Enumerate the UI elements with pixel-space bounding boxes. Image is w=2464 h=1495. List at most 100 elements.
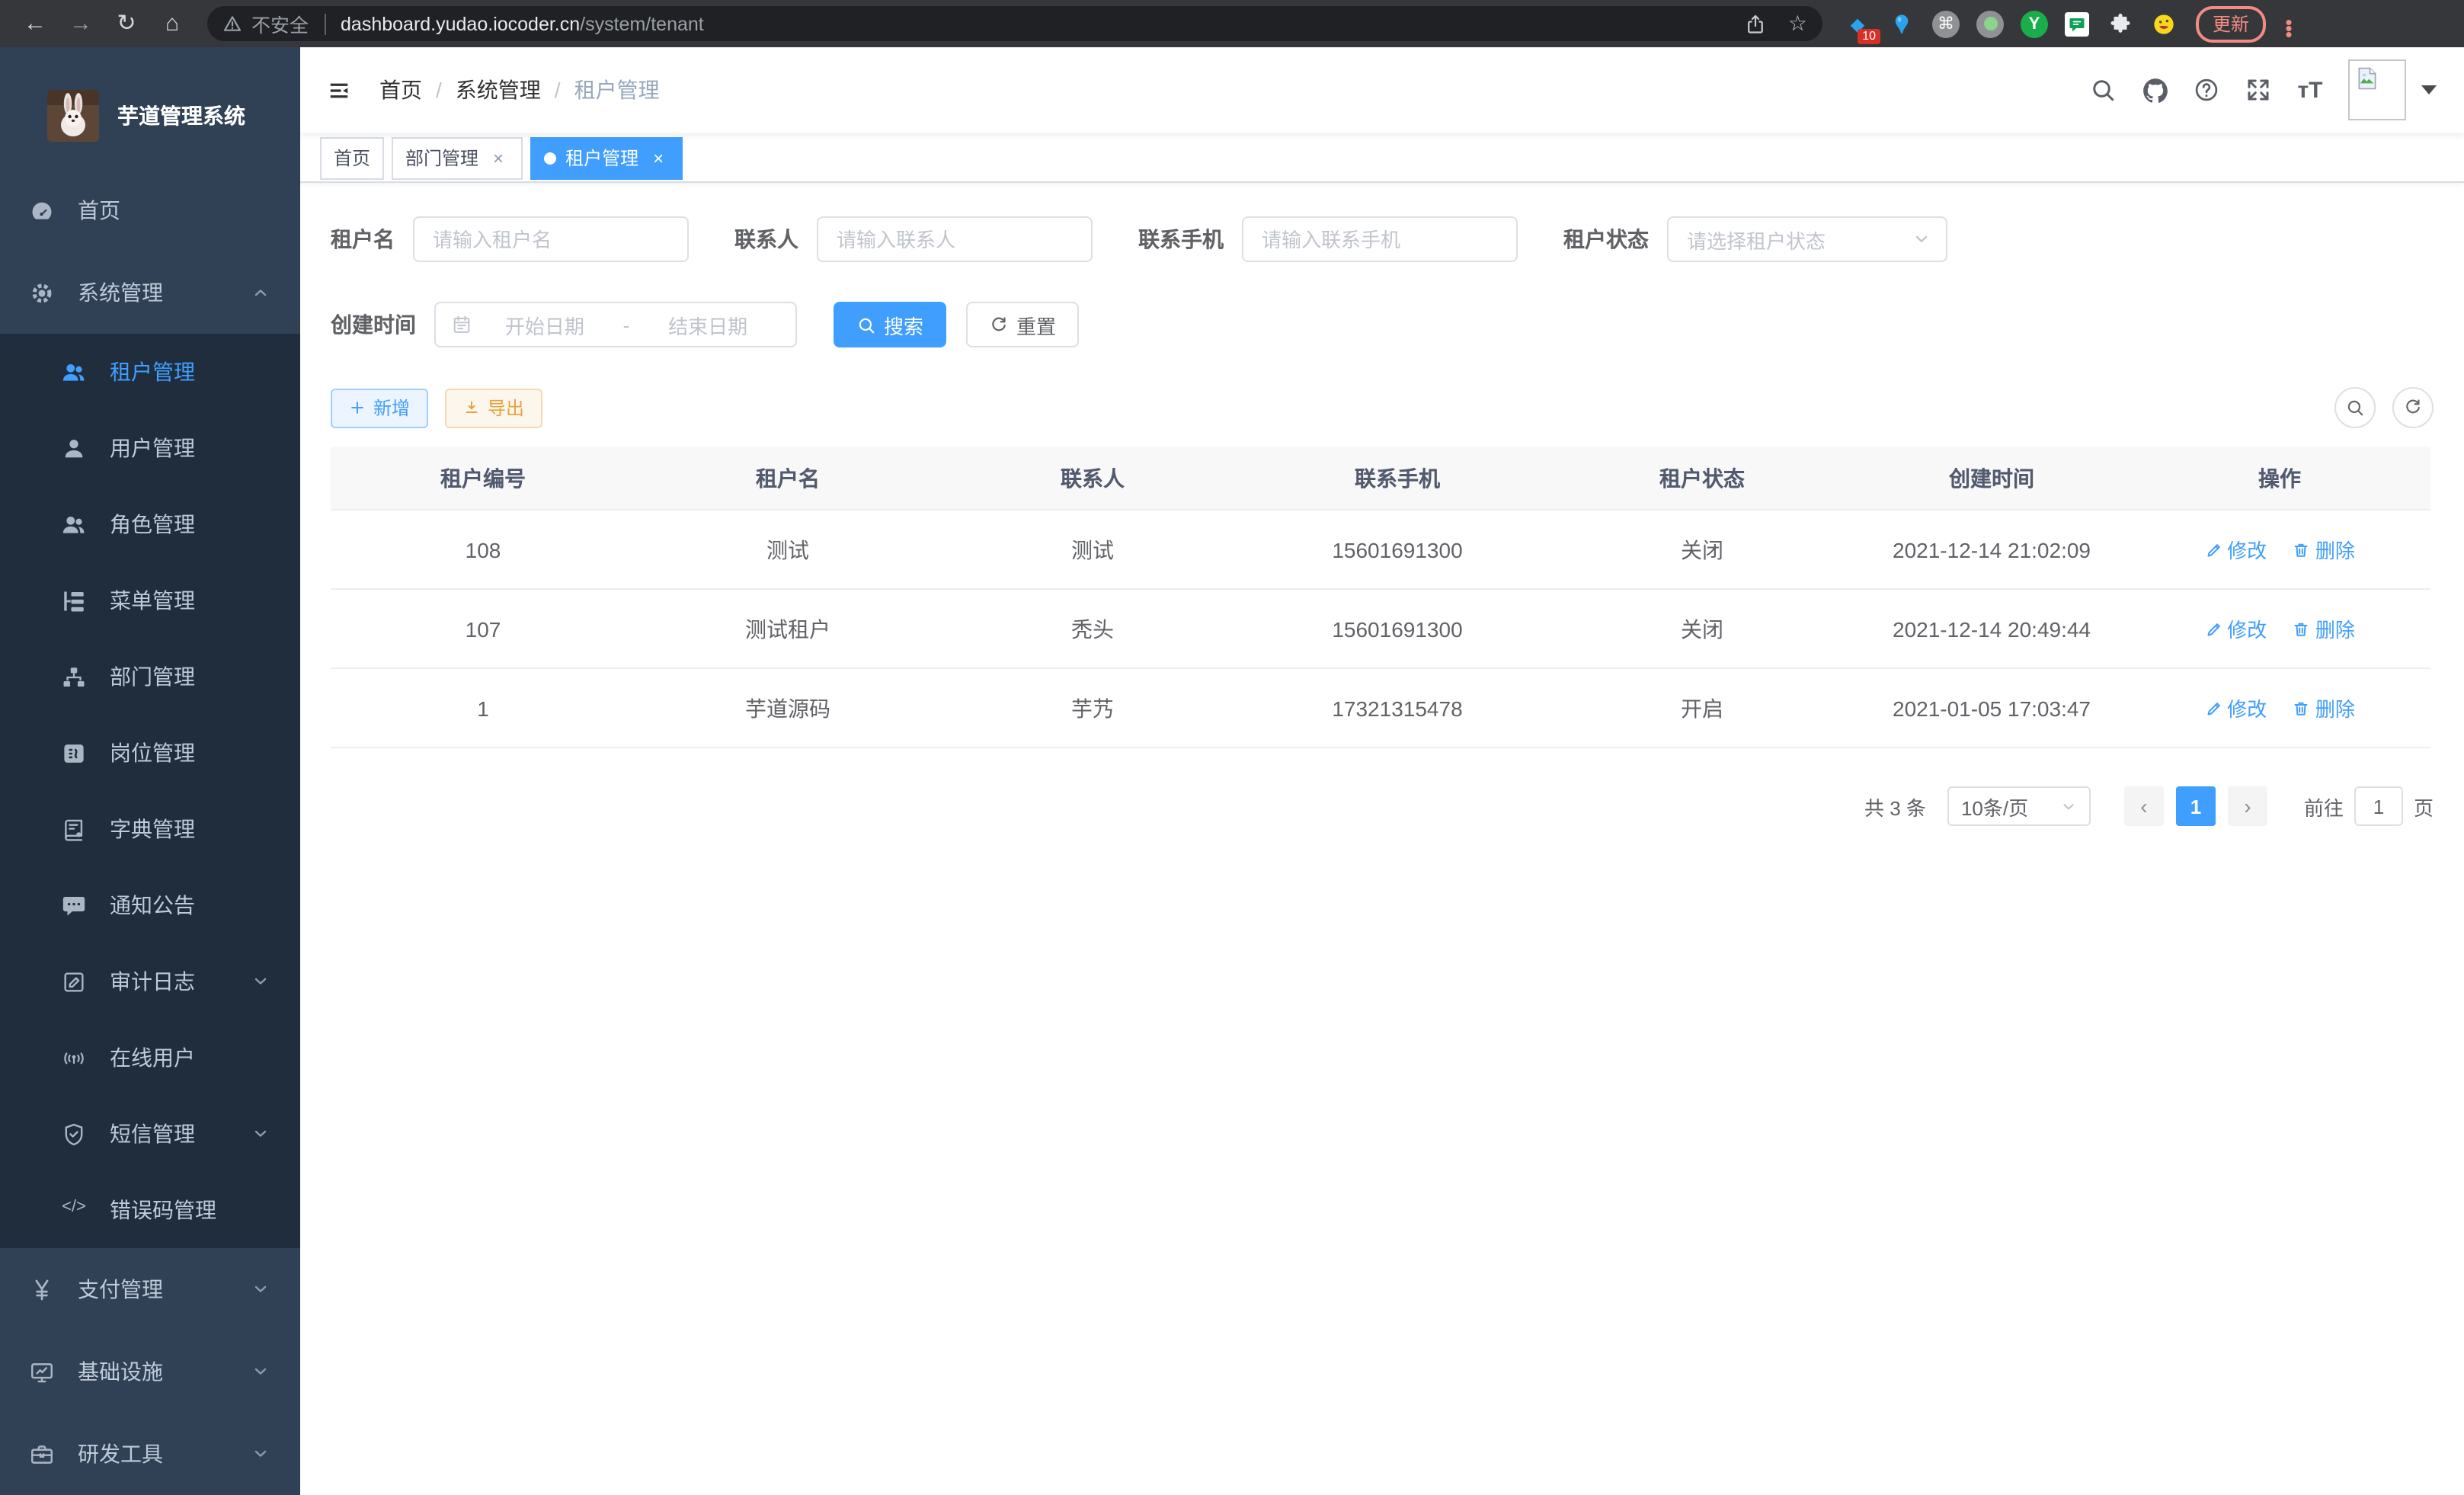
sidebar-item-role[interactable]: 角色管理 bbox=[0, 486, 300, 562]
shield-icon bbox=[61, 1121, 87, 1147]
bookmark-star-icon[interactable]: ☆ bbox=[1788, 11, 1807, 37]
breadcrumb-tenant: 租户管理 bbox=[574, 75, 660, 105]
toggle-search-button[interactable] bbox=[2334, 387, 2376, 428]
close-icon[interactable]: × bbox=[648, 147, 669, 168]
broken-image-icon bbox=[2354, 66, 2380, 91]
refresh-table-button[interactable] bbox=[2392, 387, 2434, 428]
edit-link[interactable]: 修改 bbox=[2204, 535, 2267, 564]
status-label: 租户状态 bbox=[1563, 224, 1649, 255]
chevron-down-icon bbox=[1912, 230, 1931, 248]
user-icon bbox=[61, 435, 87, 461]
sidebar-item-menu[interactable]: 菜单管理 bbox=[0, 562, 300, 639]
delete-link[interactable]: 删除 bbox=[2293, 693, 2355, 722]
extension-y-icon[interactable]: Y bbox=[2021, 10, 2048, 37]
org-chart-icon bbox=[61, 664, 87, 690]
status-select[interactable]: 请选择租户状态 bbox=[1667, 216, 1947, 262]
sidebar-item-notice[interactable]: 通知公告 bbox=[0, 867, 300, 943]
edit-link[interactable]: 修改 bbox=[2204, 693, 2267, 722]
online-signal-icon bbox=[61, 1045, 87, 1071]
browser-menu-icon[interactable]: ••• bbox=[2278, 14, 2299, 33]
sidebar-item-dict[interactable]: 字典管理 bbox=[0, 791, 300, 867]
github-icon[interactable] bbox=[2129, 64, 2181, 116]
next-page-button[interactable]: › bbox=[2228, 786, 2267, 826]
browser-home-icon[interactable]: ⌂ bbox=[149, 0, 195, 47]
status-text: 关闭 bbox=[1550, 589, 1854, 668]
sidebar-item-dept[interactable]: 部门管理 bbox=[0, 639, 300, 715]
mobile-label: 联系手机 bbox=[1138, 224, 1224, 255]
col-actions: 操作 bbox=[2129, 447, 2430, 510]
hamburger-icon[interactable] bbox=[325, 78, 354, 101]
font-size-icon[interactable]: тT bbox=[2284, 64, 2336, 116]
browser-update-button[interactable]: 更新 bbox=[2196, 5, 2266, 42]
breadcrumb-home[interactable]: 首页 bbox=[379, 75, 422, 105]
help-icon[interactable] bbox=[2181, 64, 2232, 116]
security-label[interactable]: 不安全 bbox=[251, 9, 309, 38]
extension-command-icon[interactable]: ⌘ bbox=[1932, 10, 1960, 37]
sidebar-item-system[interactable]: 系统管理 bbox=[0, 251, 300, 334]
sidebar-item-audit-log[interactable]: 审计日志 bbox=[0, 943, 300, 1020]
tab-tenant[interactable]: 租户管理 × bbox=[530, 136, 683, 179]
avatar[interactable] bbox=[2348, 59, 2406, 120]
sidebar-item-user[interactable]: 用户管理 bbox=[0, 410, 300, 486]
sidebar-item-online-user[interactable]: 在线用户 bbox=[0, 1020, 300, 1096]
extension-recorder-icon[interactable] bbox=[1976, 10, 2004, 37]
sidebar-item-infra[interactable]: 基础设施 bbox=[0, 1330, 300, 1413]
search-button[interactable]: 搜索 bbox=[834, 302, 946, 347]
screen: ← → ↻ ⌂ 不安全 dashboard.yudao.iocoder.cn/s… bbox=[0, 0, 2464, 1495]
page-number-1[interactable]: 1 bbox=[2176, 786, 2216, 826]
yen-icon bbox=[29, 1276, 55, 1302]
tenant-name-input[interactable] bbox=[413, 216, 689, 262]
add-button[interactable]: 新增 bbox=[331, 388, 428, 427]
extension-balloon-icon[interactable] bbox=[1888, 10, 1915, 37]
browser-reload-icon[interactable]: ↻ bbox=[104, 0, 149, 47]
col-created: 创建时间 bbox=[1854, 447, 2129, 510]
close-icon[interactable]: × bbox=[488, 147, 509, 168]
edit-link[interactable]: 修改 bbox=[2204, 614, 2267, 643]
url-path: /system/tenant bbox=[580, 13, 704, 34]
sidebar-item-devtools[interactable]: 研发工具 bbox=[0, 1413, 300, 1495]
mobile-input[interactable] bbox=[1242, 216, 1518, 262]
sidebar-item-error-code[interactable]: </> 错误码管理 bbox=[0, 1172, 300, 1248]
sidebar-item-home[interactable]: 首页 bbox=[0, 169, 300, 251]
goto-page-input[interactable] bbox=[2354, 786, 2403, 826]
browser-forward-icon[interactable]: → bbox=[58, 0, 104, 47]
breadcrumb-system[interactable]: 系统管理 bbox=[456, 75, 541, 105]
col-contact: 联系人 bbox=[940, 447, 1245, 510]
delete-link[interactable]: 删除 bbox=[2293, 614, 2355, 643]
code-icon: </> bbox=[61, 1197, 87, 1223]
app-title: 芋道管理系统 bbox=[117, 101, 245, 131]
page-size-select[interactable]: 10条/页 bbox=[1947, 786, 2091, 826]
tab-dept[interactable]: 部门管理 × bbox=[392, 136, 523, 179]
browser-back-icon[interactable]: ← bbox=[12, 0, 58, 47]
extensions-puzzle-icon[interactable] bbox=[2106, 10, 2133, 37]
avatar-caret-icon[interactable] bbox=[2421, 85, 2437, 94]
extension-emoji-icon[interactable] bbox=[2150, 10, 2178, 37]
sidebar-item-pay[interactable]: 支付管理 bbox=[0, 1248, 300, 1330]
chevron-down-icon bbox=[251, 1125, 270, 1143]
url-host: dashboard.yudao.iocoder.cn bbox=[341, 13, 580, 34]
fullscreen-icon[interactable] bbox=[2232, 64, 2284, 116]
sidebar-item-sms[interactable]: 短信管理 bbox=[0, 1096, 300, 1172]
address-bar[interactable]: 不安全 dashboard.yudao.iocoder.cn/system/te… bbox=[207, 6, 1822, 41]
extension-blocker-icon[interactable]: ◆ 10 bbox=[1844, 10, 1871, 37]
goto-label: 前往 bbox=[2304, 792, 2344, 821]
users-icon bbox=[61, 511, 87, 537]
users-icon bbox=[61, 359, 87, 385]
contact-input[interactable] bbox=[817, 216, 1093, 262]
share-icon[interactable] bbox=[1746, 13, 1767, 34]
gear-icon bbox=[29, 280, 55, 306]
sidebar-item-post[interactable]: 岗位管理 bbox=[0, 715, 300, 791]
logo-row[interactable]: 芋道管理系统 bbox=[0, 47, 300, 151]
calendar-icon bbox=[451, 314, 472, 335]
date-range-picker[interactable]: 开始日期 - 结束日期 bbox=[434, 302, 797, 347]
delete-link[interactable]: 删除 bbox=[2293, 535, 2355, 564]
export-button[interactable]: 导出 bbox=[445, 388, 542, 427]
sidebar-item-tenant[interactable]: 租户管理 bbox=[0, 334, 300, 410]
logo-image bbox=[47, 90, 99, 142]
prev-page-button[interactable]: ‹ bbox=[2124, 786, 2164, 826]
extension-chat-icon[interactable] bbox=[2065, 11, 2089, 36]
header-search-icon[interactable] bbox=[2077, 64, 2129, 116]
tab-home[interactable]: 首页 bbox=[320, 136, 384, 179]
reset-button[interactable]: 重置 bbox=[966, 302, 1079, 347]
chevron-down-icon bbox=[251, 972, 270, 991]
